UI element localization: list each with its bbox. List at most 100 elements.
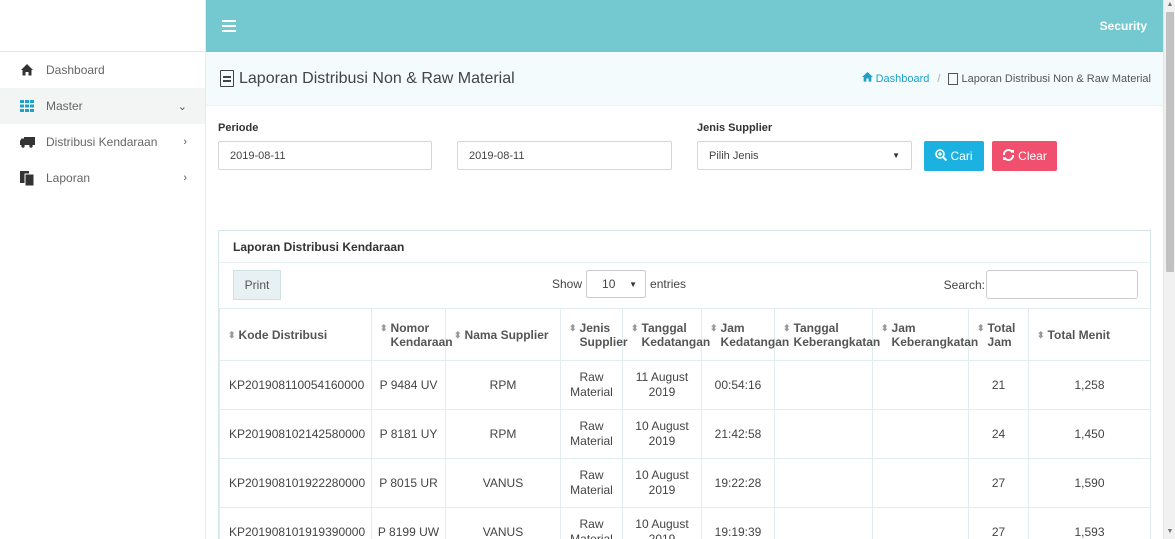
table-cell <box>872 458 969 508</box>
column-header[interactable]: ⬍ Total Menit <box>1028 308 1151 361</box>
breadcrumb-separator: / <box>937 72 941 85</box>
column-header-label: Tanggal Keberangkatan <box>793 320 881 349</box>
show-label: Show <box>552 277 583 291</box>
page-length-select[interactable]: 10 ▼ <box>586 270 647 298</box>
sort-icon: ⬍ <box>454 329 462 340</box>
page-title: Laporan Distribusi Non & Raw Material <box>220 70 515 88</box>
cari-label: Cari <box>950 149 973 163</box>
table-cell: P 8015 UR <box>371 458 446 508</box>
table-row: KP201908101922280000 P 8015 UR VANUS Raw Ma… <box>219 458 1151 508</box>
periode-label: Periode <box>218 122 259 134</box>
column-header-label: Nama Supplier <box>464 327 549 342</box>
sidebar-item-label: Master <box>46 99 83 113</box>
sidebar-item-distribusi-kendaraan[interactable]: Distribusi Kendaraan › <box>0 124 205 160</box>
report-panel: Laporan Distribusi Kendaraan Print Show … <box>218 230 1151 539</box>
table-row: KP201908102142580000 P 8181 UY RPM Raw Mate… <box>219 409 1151 459</box>
date-from-input[interactable]: 2019-08-11 <box>218 141 432 170</box>
report-table: ⬍ Kode Distribusi ⬍ Nomor Kendaraan ⬍ Nama Su… <box>219 308 1151 539</box>
jenis-supplier-select[interactable]: Pilih Jenis ▼ <box>697 141 912 170</box>
table-search: Search: <box>944 270 1138 299</box>
chevron-down-icon: ⌄ <box>177 100 187 113</box>
table-cell: KP201908102142580000 <box>219 409 372 459</box>
column-header-label: Tanggal Kedatangan <box>641 320 711 349</box>
scroll-up-arrow-icon[interactable]: ▲ <box>1164 1 1175 11</box>
sidebar-item-laporan[interactable]: Laporan › <box>0 160 205 196</box>
menu-toggle-icon[interactable] <box>222 20 236 32</box>
sidebar-item-master[interactable]: Master ⌄ <box>0 88 205 124</box>
search-label: Search: <box>943 277 985 292</box>
sort-icon: ⬍ <box>1037 329 1045 340</box>
caret-down-icon: ▼ <box>892 151 900 160</box>
date-to-input[interactable]: 2019-08-11 <box>457 141 672 170</box>
sidebar: Dashboard Master ⌄ Distribusi Kendaraan … <box>0 0 206 539</box>
table-cell <box>774 458 873 508</box>
clear-button[interactable]: Clear <box>992 141 1057 171</box>
cari-button[interactable]: Cari <box>924 141 984 171</box>
table-cell: 21:42:58 <box>701 409 775 459</box>
print-button[interactable]: Print <box>233 270 281 300</box>
panel-title: Laporan Distribusi Kendaraan <box>219 231 1150 263</box>
sidebar-item-label: Laporan <box>46 171 91 185</box>
table-cell: 1,450 <box>1028 409 1151 459</box>
column-header[interactable]: ⬍ Nama Supplier <box>445 308 561 361</box>
breadcrumb-home-label: Dashboard <box>875 72 930 85</box>
table-row: KP201908110054160000 P 9484 UV RPM Raw Mate… <box>219 360 1151 410</box>
table-cell: 10 August 2019 <box>622 458 702 508</box>
scroll-down-arrow-icon[interactable]: ▼ <box>1164 528 1175 538</box>
table-cell: 24 <box>968 409 1029 459</box>
chevron-right-icon: › <box>183 136 187 148</box>
table-cell <box>774 409 873 459</box>
sidebar-item-dashboard[interactable]: Dashboard <box>0 52 205 88</box>
column-header[interactable]: ⬍ Nomor Kendaraan <box>371 308 453 361</box>
column-header[interactable]: ⬍ Jenis Supplier <box>560 308 628 361</box>
sort-icon: ⬍ <box>783 322 791 333</box>
table-cell: 19:19:39 <box>701 507 775 539</box>
truck-icon <box>20 135 35 149</box>
table-cell: 10 August 2019 <box>622 409 702 459</box>
home-icon <box>20 63 34 77</box>
column-header[interactable]: ⬍ Jam Keberangkatan <box>872 308 978 361</box>
table-cell: KP201908101922280000 <box>219 458 372 508</box>
grid-icon <box>20 99 34 113</box>
table-row: KP201908101919390000 P 8199 UW VANUS Raw Ma… <box>219 507 1151 539</box>
table-cell: KP201908110054160000 <box>219 360 372 410</box>
breadcrumb-current: Laporan Distribusi Non & Raw Material <box>961 72 1151 85</box>
column-header-label: Total Jam <box>987 320 1016 349</box>
table-cell: 11 August 2019 <box>622 360 702 410</box>
sort-icon: ⬍ <box>228 329 236 340</box>
page-length-value: 10 <box>602 277 616 291</box>
column-header-label: Kode Distribusi <box>238 327 328 342</box>
chevron-right-icon: › <box>183 172 187 184</box>
table-cell: 27 <box>968 507 1029 539</box>
clear-label: Clear <box>1018 149 1047 163</box>
scrollbar-thumb[interactable] <box>1166 12 1174 272</box>
table-cell: 1,593 <box>1028 507 1151 539</box>
column-header[interactable]: ⬍ Tanggal Kedatangan <box>622 308 710 361</box>
table-cell <box>872 507 969 539</box>
sort-icon: ⬍ <box>569 322 577 333</box>
column-header-label: Jenis Supplier <box>579 320 628 349</box>
report-icon <box>20 171 35 187</box>
column-header-label: Nomor Kendaraan <box>390 320 453 349</box>
table-cell: P 9484 UV <box>371 360 446 410</box>
column-header[interactable]: ⬍ Kode Distribusi <box>219 308 372 361</box>
table-cell <box>774 507 873 539</box>
table-toolbar: Print Show 10 ▼ entries Search: <box>219 263 1150 308</box>
table-cell: KP201908101919390000 <box>219 507 372 539</box>
table-cell <box>774 360 873 410</box>
jenis-supplier-value: Pilih Jenis <box>709 149 759 162</box>
table-header-row: ⬍ Kode Distribusi ⬍ Nomor Kendaraan ⬍ Nama Su… <box>219 308 1151 361</box>
main-content: Laporan Distribusi Non & Raw Material Da… <box>206 52 1163 539</box>
sort-icon: ⬍ <box>881 322 889 333</box>
user-menu[interactable]: Security <box>1100 19 1147 33</box>
refresh-icon <box>1002 148 1015 164</box>
breadcrumb-home-link[interactable]: Dashboard <box>861 72 930 85</box>
sort-icon: ⬍ <box>977 322 985 333</box>
column-header[interactable]: ⬍ Jam Kedatangan <box>701 308 789 361</box>
column-header-label: Jam Kedatangan <box>720 320 790 349</box>
top-navbar: Security <box>206 0 1163 52</box>
sort-icon: ⬍ <box>631 322 639 333</box>
table-cell <box>872 409 969 459</box>
search-input[interactable] <box>986 270 1138 299</box>
vertical-scrollbar[interactable]: ▲ ▼ <box>1163 0 1175 539</box>
